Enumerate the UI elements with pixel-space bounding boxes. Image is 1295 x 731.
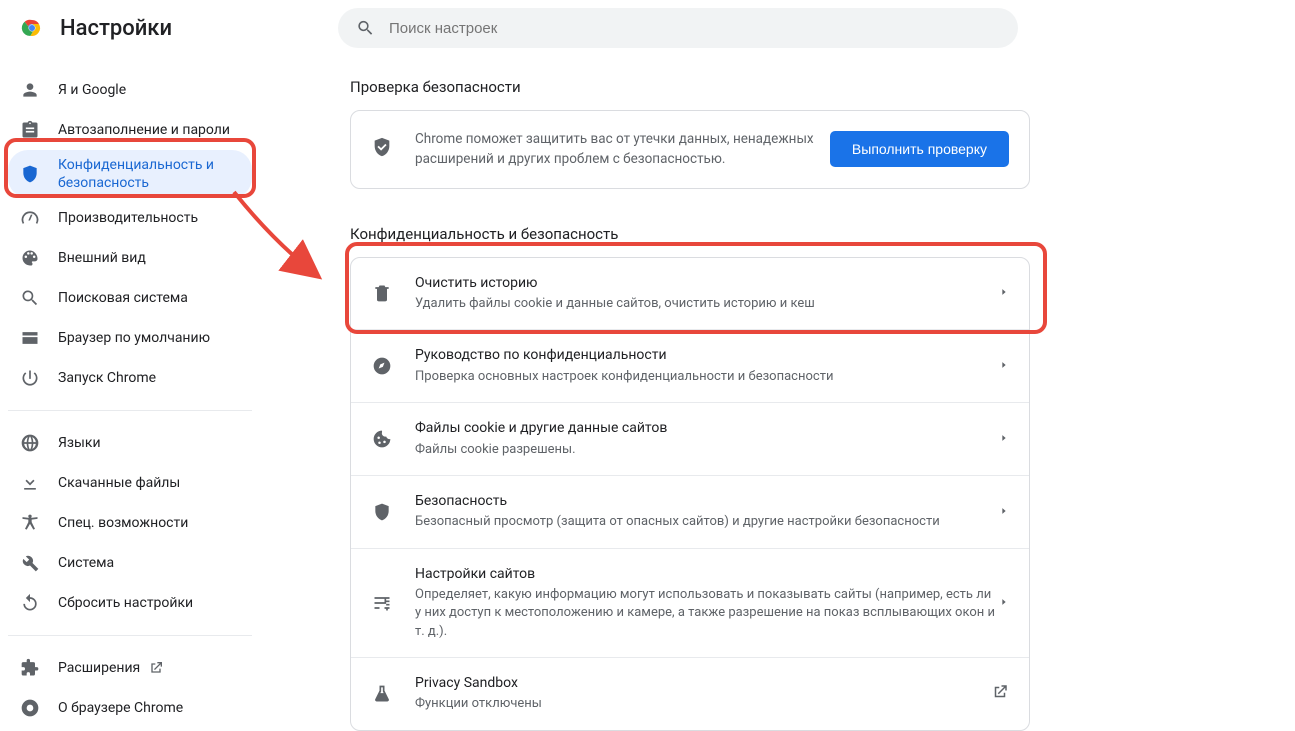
sidebar-item-performance[interactable]: Производительность [8,198,252,238]
row-cookies[interactable]: Файлы cookie и другие данные сайтов Файл… [351,403,1029,476]
sidebar-item-label: О браузере Chrome [58,699,183,717]
chrome-logo-icon [20,16,44,40]
row-desc: Проверка основных настроек конфиденциаль… [415,368,999,386]
wrench-icon [20,553,40,573]
sidebar-separator [8,410,252,411]
section-label-safety: Проверка безопасности [350,78,1295,96]
chevron-right-icon [999,431,1009,447]
page-title: Настройки [60,16,172,41]
sidebar-item-label: Скачанные файлы [58,474,180,492]
sidebar-item-appearance[interactable]: Внешний вид [8,238,252,278]
search-box[interactable] [338,8,1018,48]
sidebar-item-label: Языки [58,434,101,452]
privacy-list: Очистить историю Удалить файлы cookie и … [350,257,1030,731]
row-title: Файлы cookie и другие данные сайтов [415,419,999,439]
sidebar-item-label: Внешний вид [58,249,146,267]
safety-check-text: Chrome поможет защитить вас от утечки да… [415,129,830,170]
row-privacy-sandbox[interactable]: Privacy Sandbox Функции отключены [351,658,1029,730]
person-icon [20,80,40,100]
sidebar-item-label: Сбросить настройки [58,594,193,612]
assignment-icon [20,120,40,140]
chevron-right-icon [999,358,1009,374]
chevron-right-icon [999,595,1009,611]
extension-icon [20,658,40,678]
reset-icon [20,593,40,613]
chevron-right-icon [999,285,1009,301]
row-title: Настройки сайтов [415,565,999,585]
sidebar-item-languages[interactable]: Языки [8,423,252,463]
run-safety-check-button[interactable]: Выполнить проверку [830,131,1009,167]
sidebar-item-downloads[interactable]: Скачанные файлы [8,463,252,503]
sidebar-item-label: Автозаполнение и пароли [58,121,230,139]
sidebar-item-system[interactable]: Система [8,543,252,583]
sidebar-item-privacy[interactable]: Конфиденциальность и безопасность [8,150,252,198]
row-desc: Функции отключены [415,695,991,713]
sidebar-item-label: Браузер по умолчанию [58,329,210,347]
accessibility-icon [20,513,40,533]
palette-icon [20,248,40,268]
sidebar-separator [8,635,252,636]
sidebar-item-label: Я и Google [58,81,126,99]
sidebar-item-label: Конфиденциальность и безопасность [58,156,240,192]
external-link-icon [148,660,164,676]
tune-icon [371,592,393,614]
sidebar-item-accessibility[interactable]: Спец. возможности [8,503,252,543]
verified-icon [371,136,393,162]
browser-icon [20,328,40,348]
globe-icon [20,433,40,453]
sidebar-item-label: Запуск Chrome [58,369,156,387]
search-icon [356,18,375,38]
safety-check-card: Chrome поможет защитить вас от утечки да… [350,110,1030,189]
compass-icon [371,355,393,377]
search-icon [20,288,40,308]
chrome-icon [20,698,40,718]
shield-icon [371,501,393,523]
sidebar-item-you-and-google[interactable]: Я и Google [8,70,252,110]
row-site-settings[interactable]: Настройки сайтов Определяет, какую инфор… [351,549,1029,658]
row-title: Очистить историю [415,274,999,294]
row-desc: Определяет, какую информацию могут испол… [415,586,999,641]
row-title: Privacy Sandbox [415,674,991,694]
download-icon [20,473,40,493]
sidebar-item-extensions[interactable]: Расширения [8,648,252,688]
row-clear-browsing-data[interactable]: Очистить историю Удалить файлы cookie и … [351,258,1029,331]
row-security[interactable]: Безопасность Безопасный просмотр (защита… [351,476,1029,549]
sidebar-item-label: Система [58,554,114,572]
sidebar-item-search-engine[interactable]: Поисковая система [8,278,252,318]
row-title: Руководство по конфиденциальности [415,346,999,366]
speed-icon [20,208,40,228]
chevron-right-icon [999,504,1009,520]
flask-icon [371,683,393,705]
shield-icon [20,164,40,184]
row-desc: Безопасный просмотр (защита от опасных с… [415,513,999,531]
section-label-privacy: Конфиденциальность и безопасность [350,225,1295,243]
power-icon [20,368,40,388]
row-desc: Файлы cookie разрешены. [415,441,999,459]
sidebar-item-about[interactable]: О браузере Chrome [8,688,252,728]
header: Настройки [0,0,1295,56]
trash-icon [371,282,393,304]
sidebar-item-label: Поисковая система [58,289,188,307]
sidebar-item-default-browser[interactable]: Браузер по умолчанию [8,318,252,358]
sidebar: Я и Google Автозаполнение и пароли Конфи… [0,56,260,731]
sidebar-item-label: Расширения [58,659,140,677]
search-input[interactable] [389,20,1000,37]
sidebar-item-label: Производительность [58,209,198,227]
row-privacy-guide[interactable]: Руководство по конфиденциальности Провер… [351,330,1029,403]
sidebar-item-reset[interactable]: Сбросить настройки [8,583,252,623]
sidebar-item-label: Спец. возможности [58,514,188,532]
cookie-icon [371,428,393,450]
sidebar-item-autofill[interactable]: Автозаполнение и пароли [8,110,252,150]
sidebar-item-on-startup[interactable]: Запуск Chrome [8,358,252,398]
external-link-icon [991,683,1009,705]
row-title: Безопасность [415,492,999,512]
row-desc: Удалить файлы cookie и данные сайтов, оч… [415,295,999,313]
main-content: Проверка безопасности Chrome поможет защ… [260,56,1295,731]
